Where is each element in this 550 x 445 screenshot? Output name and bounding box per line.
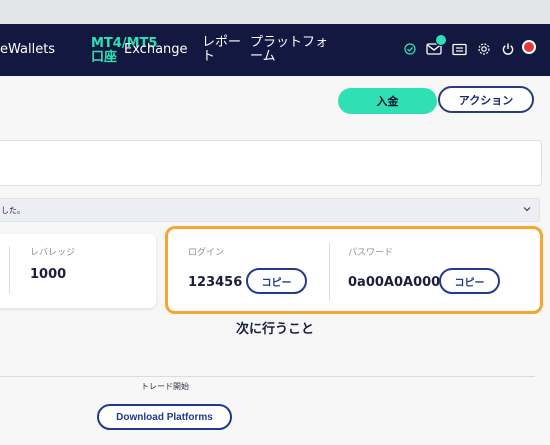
leverage-label: レバレッジ	[30, 248, 76, 258]
top-window-bar	[0, 0, 550, 24]
top-navbar: eWallets MT4/MT5 口座 Exchange レポー ト プラットフ…	[0, 24, 550, 76]
nav-item-report-line2: ト	[202, 49, 216, 64]
login-label: ログイン	[188, 248, 225, 258]
credentials-separator	[329, 243, 330, 301]
check-circle-icon	[400, 39, 420, 59]
power-icon[interactable]	[498, 39, 518, 59]
section-divider	[0, 376, 535, 377]
leverage-separator	[9, 246, 10, 294]
nav-item-exchange[interactable]: Exchange	[124, 43, 188, 57]
status-dot-icon	[524, 42, 534, 52]
gear-icon[interactable]	[474, 39, 494, 59]
nav-item-report[interactable]: レポー ト	[202, 36, 241, 64]
nav-item-ewallets[interactable]: eWallets	[0, 43, 55, 57]
notification-badge	[435, 34, 447, 46]
password-value: 0a00A0A000	[348, 275, 441, 290]
chevron-down-icon[interactable]	[521, 203, 533, 215]
account-panel	[0, 140, 542, 186]
nav-item-report-line1: レポー	[202, 35, 242, 50]
nav-item-platform-line1: プラットフォ	[250, 35, 329, 50]
info-message: した。	[1, 206, 25, 215]
nav-item-platform-line2: ーム	[250, 49, 276, 64]
action-button[interactable]: アクション	[438, 86, 534, 113]
copy-password-button[interactable]: コピー	[439, 268, 500, 294]
password-label: パスワード	[348, 248, 394, 258]
credentials-card: ログイン 123456 コピー パスワード 0a00A0A000 コピー	[165, 226, 543, 314]
copy-login-button[interactable]: コピー	[246, 268, 307, 294]
info-bar[interactable]: した。	[0, 198, 540, 222]
id-card-icon[interactable]	[449, 39, 469, 59]
download-platforms-button[interactable]: Download Platforms	[97, 404, 232, 430]
next-steps-title: 次に行うこと	[235, 322, 314, 337]
nav-item-platform[interactable]: プラットフォ ーム	[250, 36, 328, 64]
trade-start-label: トレード開始	[141, 382, 189, 391]
login-value: 123456	[188, 275, 243, 290]
deposit-button[interactable]: 入金	[338, 88, 437, 114]
leverage-card: レバレッジ 1000	[0, 234, 156, 308]
leverage-value: 1000	[30, 267, 67, 282]
